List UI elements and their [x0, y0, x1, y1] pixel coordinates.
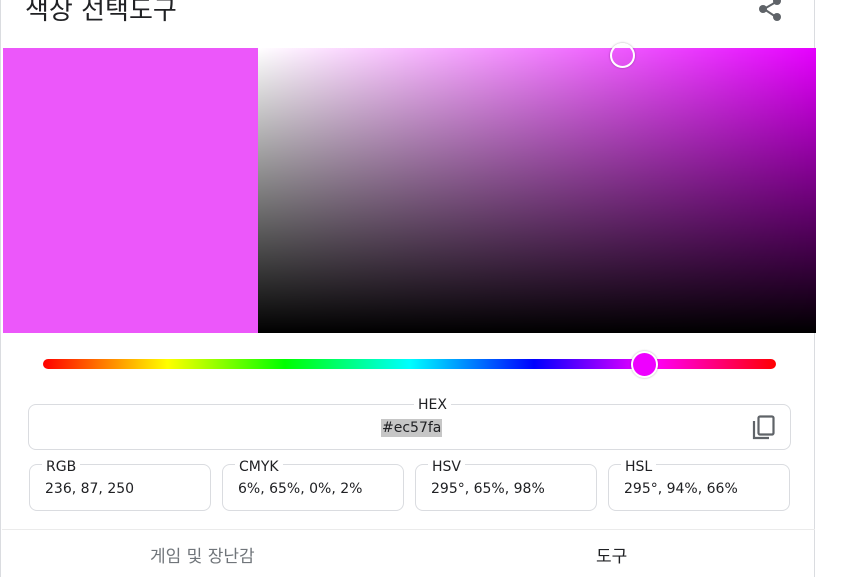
hex-value[interactable]: #ec57fa: [381, 419, 443, 437]
cmyk-label: CMYK: [235, 459, 283, 475]
saturation-value-handle[interactable]: [610, 43, 635, 68]
tab-games-and-toys[interactable]: 게임 및 장난감: [150, 546, 255, 568]
hex-label: HEX: [414, 397, 451, 413]
color-picker-card: 색상 선택도구 HEX #ec57fa RGB 236, 87, 250 CMY…: [0, 0, 816, 577]
hsv-label: HSV: [428, 459, 465, 475]
hue-slider[interactable]: [43, 359, 776, 369]
tab-tools[interactable]: 도구: [596, 546, 627, 568]
hsl-label: HSL: [621, 459, 657, 475]
hsv-value[interactable]: 295°, 65%, 98%: [431, 480, 545, 498]
tabs-divider: [2, 529, 815, 530]
hsv-field[interactable]: HSV 295°, 65%, 98%: [415, 459, 597, 511]
rgb-label: RGB: [42, 459, 81, 475]
hsl-field[interactable]: HSL 295°, 94%, 66%: [608, 459, 790, 511]
copy-button[interactable]: [751, 414, 777, 442]
page-title: 색상 선택도구: [25, 0, 177, 26]
cmyk-field[interactable]: CMYK 6%, 65%, 0%, 2%: [222, 459, 404, 511]
rgb-value[interactable]: 236, 87, 250: [45, 480, 134, 498]
rgb-field[interactable]: RGB 236, 87, 250: [29, 459, 211, 511]
share-icon: [759, 0, 781, 21]
color-preview-swatch: [3, 48, 258, 333]
copy-icon: [752, 415, 775, 440]
share-button[interactable]: [756, 0, 786, 26]
hue-slider-handle[interactable]: [631, 351, 658, 378]
cmyk-value[interactable]: 6%, 65%, 0%, 2%: [238, 480, 362, 498]
hsl-value[interactable]: 295°, 94%, 66%: [624, 480, 738, 498]
saturation-value-area[interactable]: [258, 48, 816, 333]
hex-field[interactable]: HEX #ec57fa: [28, 397, 791, 450]
